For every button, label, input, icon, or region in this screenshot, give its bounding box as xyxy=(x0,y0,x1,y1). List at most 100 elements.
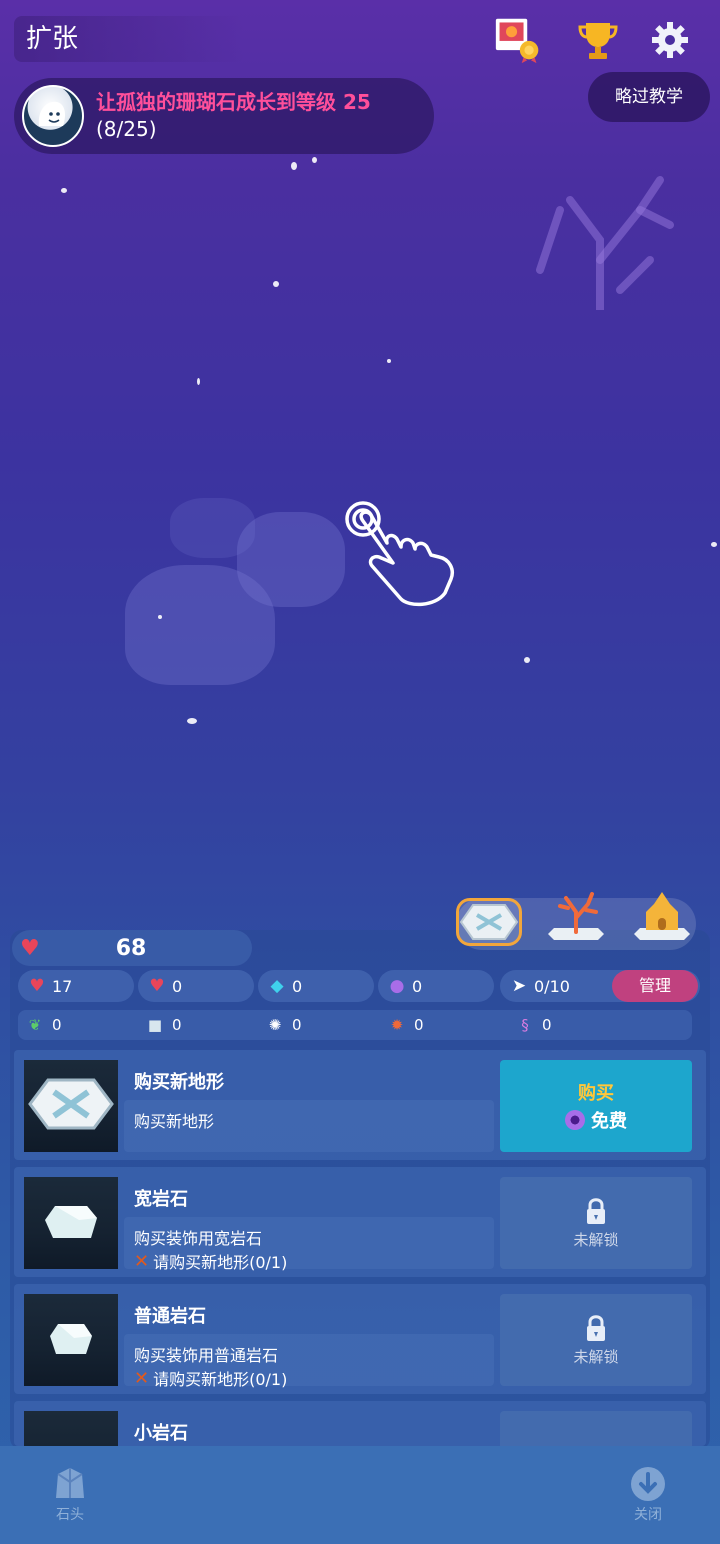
diamond-icon: ◆ xyxy=(270,976,284,996)
nav-close[interactable]: 关闭 xyxy=(628,1464,668,1524)
locked-label: 未解锁 xyxy=(573,1347,619,1366)
skip-tutorial-button[interactable]: 略过教学 xyxy=(588,72,710,122)
settings-gear-icon[interactable] xyxy=(646,16,694,64)
tab-coral[interactable] xyxy=(546,886,616,946)
item-desc: 购买装饰用普通岩石 xyxy=(134,1346,279,1365)
collection-badge-icon[interactable] xyxy=(494,16,542,64)
crab-icon: ✹ xyxy=(390,1016,404,1034)
trophy-icon[interactable] xyxy=(574,16,622,64)
tap-hearts-resource: ♥ 17 xyxy=(18,970,134,1002)
bubble xyxy=(187,718,197,724)
tab-castle[interactable] xyxy=(632,886,702,946)
item-name: 小岩石 xyxy=(134,1423,188,1444)
locked-button[interactable]: 未解锁 xyxy=(500,1177,692,1269)
hearts-counter: ♥ 68 xyxy=(12,930,252,966)
urchin-resource: ✺ 0 xyxy=(264,1010,302,1040)
nav-close-label: 关闭 xyxy=(634,1507,662,1523)
shop-item-small-rock[interactable]: 小岩石 xyxy=(14,1401,706,1446)
bubble xyxy=(61,188,67,193)
bubble xyxy=(291,162,297,170)
buy-label: 购买 xyxy=(578,1083,614,1104)
item-requirement: ✕ 请购买新地形(0/1) xyxy=(134,1249,287,1273)
nav-stone[interactable]: 石头 xyxy=(50,1464,90,1524)
locked-label: 未解锁 xyxy=(573,1230,619,1249)
fish-icon: ➤ xyxy=(511,976,527,996)
sea-urchin-icon: ✺ xyxy=(268,1016,282,1034)
item-requirement: ✕ 请购买新地形(0/1) xyxy=(134,1366,287,1390)
pearl-resource: ● 0 xyxy=(378,970,494,1002)
terrain-hex-icon xyxy=(28,1078,114,1130)
item-desc: 购买装饰用宽岩石 xyxy=(134,1229,263,1248)
bubble xyxy=(158,615,162,619)
locked-button[interactable] xyxy=(500,1411,692,1446)
tab-terrain[interactable] xyxy=(456,898,522,946)
wide-rock-icon xyxy=(45,1206,97,1238)
item-thumbnail xyxy=(24,1294,118,1386)
heart-badge-icon: ♥ xyxy=(149,976,165,996)
locked-button[interactable]: 未解锁 xyxy=(500,1294,692,1386)
bubble xyxy=(312,157,317,163)
mission-banner[interactable]: 让孤独的珊瑚石成长到等级 25 (8/25) xyxy=(14,78,434,154)
shop-item-wide-rock[interactable]: 宽岩石 购买装饰用宽岩石 ✕ 请购买新地形(0/1) 未解锁 xyxy=(14,1167,706,1277)
background-rock-3 xyxy=(170,498,255,558)
heart-icon: ♥ xyxy=(20,935,40,961)
bubble xyxy=(524,657,530,663)
requirement-text: 请购买新地形(0/1) xyxy=(153,1253,288,1272)
item-thumbnail xyxy=(24,1060,118,1152)
hearts-value: 68 xyxy=(115,935,147,961)
bubble xyxy=(711,542,717,547)
normal-rock-icon xyxy=(50,1324,92,1354)
sand-castle-icon xyxy=(634,892,690,940)
price-label: 免费 xyxy=(591,1111,627,1132)
item-thumbnail xyxy=(24,1177,118,1269)
pearls-value: 0 xyxy=(412,976,423,996)
lock-icon xyxy=(587,1197,605,1224)
secondary-resources xyxy=(18,1010,692,1040)
bubble xyxy=(273,281,279,287)
crab-value: 0 xyxy=(414,1016,424,1034)
diamond-resource: ◆ 0 xyxy=(258,970,374,1002)
seahorse-icon: § xyxy=(521,1016,529,1034)
pearl-icon xyxy=(565,1110,585,1130)
bottom-nav: 石头 关闭 xyxy=(0,1446,720,1544)
mission-text: 让孤独的珊瑚石成长到等级 25 xyxy=(96,90,371,114)
stone-block-icon: ■ xyxy=(147,1016,163,1034)
shop-item-normal-rock[interactable]: 普通岩石 购买装饰用普通岩石 ✕ 请购买新地形(0/1) 未解锁 xyxy=(14,1284,706,1394)
photo-medal-icon xyxy=(495,18,539,64)
tap-hearts-value: 17 xyxy=(52,976,73,996)
background-coral-icon xyxy=(536,176,674,310)
tap-heart-icon: ♥ xyxy=(29,976,45,996)
buy-button[interactable]: 购买 免费 xyxy=(500,1060,692,1152)
nav-stone-label: 石头 xyxy=(56,1507,84,1523)
urchin-value: 0 xyxy=(292,1016,302,1034)
bubble xyxy=(197,378,200,385)
seaweed-resource: ❦ 0 xyxy=(24,1010,62,1040)
cross-icon: ✕ xyxy=(134,1250,150,1272)
lock-icon xyxy=(587,1314,605,1341)
seahorse-resource: § 0 xyxy=(514,1010,552,1040)
item-desc: 购买新地形 xyxy=(134,1112,215,1131)
seaweed-icon: ❦ xyxy=(28,1016,42,1034)
tap-hand-hint-icon xyxy=(345,501,454,607)
pearl-icon: ● xyxy=(389,976,405,996)
item-name: 购买新地形 xyxy=(134,1072,224,1093)
fish-value: 0/10 xyxy=(534,976,570,996)
item-name: 普通岩石 xyxy=(134,1306,206,1327)
requirement-text: 请购买新地形(0/1) xyxy=(153,1370,288,1389)
bubble xyxy=(387,359,391,363)
manage-button[interactable]: 管理 xyxy=(612,970,698,1002)
stone-icon xyxy=(56,1468,84,1498)
stone-value: 0 xyxy=(172,1016,182,1034)
item-thumbnail xyxy=(24,1411,118,1446)
mission-progress: (8/25) xyxy=(96,117,157,141)
terrain-hex-icon xyxy=(459,904,519,940)
seahorse-value: 0 xyxy=(542,1016,552,1034)
page-title: 扩张 xyxy=(14,16,244,62)
seaweed-value: 0 xyxy=(52,1016,62,1034)
one-hearts-value: 0 xyxy=(172,976,183,996)
shop-item-new-terrain[interactable]: 购买新地形 购买新地形 购买 免费 xyxy=(14,1050,706,1160)
one-hearts-resource: ♥ 0 xyxy=(138,970,254,1002)
diamonds-value: 0 xyxy=(292,976,303,996)
coral-stone-face-icon xyxy=(38,101,65,126)
mission-avatar xyxy=(22,85,84,147)
